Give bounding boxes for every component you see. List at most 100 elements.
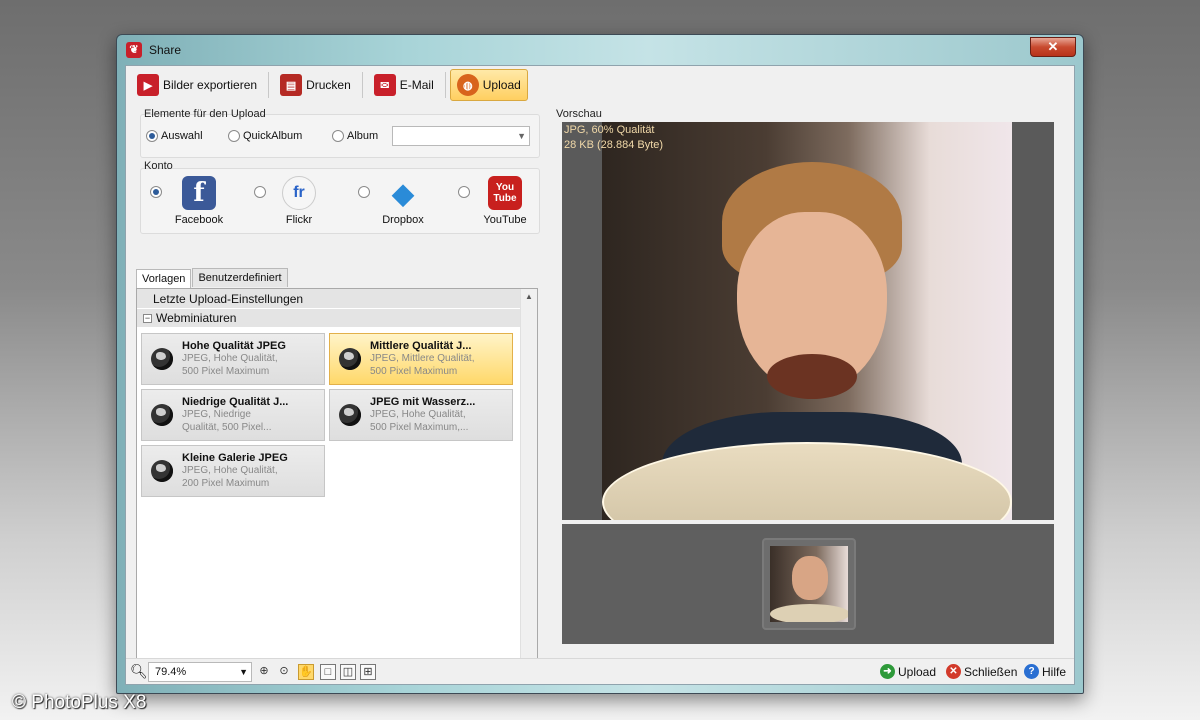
print-label: Drucken [306,78,351,92]
radio-quickalbum[interactable]: QuickAlbum [228,128,302,142]
tile-desc: JPEG, Mittlere Qualität, [370,353,475,364]
zoom-select[interactable]: 79.4% ▼ [148,662,252,682]
facebook-account[interactable]: f Facebook [154,176,244,226]
upload-globe-icon: ◍ [456,74,479,96]
section-webminiaturen[interactable]: − Webminiaturen [137,309,537,327]
app-icon: ❦ [126,42,142,58]
share-window: ❦ Share ✕ ▶ Bilder exportieren ▤ Drucken… [116,34,1084,694]
globe-icon [151,348,173,370]
dropbox-icon: ◆ [392,177,414,209]
email-button[interactable]: ✉ E-Mail [366,69,441,101]
tile-desc: 500 Pixel Maximum [182,366,270,377]
list-scrollbar[interactable]: ▲ ▼ [520,289,537,683]
radio-album[interactable]: Album [332,128,378,142]
help-button[interactable]: ? Hilfe [1024,664,1066,679]
tile-desc: JPEG, Niedrige [182,409,251,420]
close-dialog-button[interactable]: ✕ Schließen [946,664,1017,679]
zoom-value: 79.4% [155,666,187,678]
copyright-watermark: © PhotoPlus X8 [12,692,147,713]
scroll-up-icon[interactable]: ▲ [521,289,537,305]
tab-benutzerdefiniert[interactable]: Benutzerdefiniert [192,268,288,287]
account-group-label: Konto [144,160,173,172]
export-icon: ▶ [137,74,159,96]
tile-desc: JPEG, Hohe Qualität, [182,353,278,364]
template-tile[interactable]: JPEG mit Wasserz... JPEG, Hohe Qualität, 5… [329,389,513,441]
single-view-icon[interactable]: □ [320,664,336,680]
tile-title: JPEG mit Wasserz... [370,396,476,408]
preview-info: JPG, 60% Qualität 28 KB (28.884 Byte) [564,123,663,153]
export-label: Bilder exportieren [163,78,258,92]
upload-label: Upload [482,78,521,92]
zoom-fit-icon[interactable]: ⊙ [276,664,292,680]
radio-auswahl[interactable]: Auswahl [146,128,203,142]
grid-view-icon[interactable]: ⊞ [360,664,376,680]
zoom-in-icon[interactable]: ⊕ [256,664,272,680]
last-upload-settings[interactable]: Letzte Upload-Einstellungen [137,289,537,309]
globe-icon [151,460,173,482]
split-view-icon[interactable]: ◫ [340,664,356,680]
dialog-body: ▶ Bilder exportieren ▤ Drucken ✉ E-Mail … [125,65,1075,685]
facebook-label: Facebook [174,214,224,226]
flickr-account[interactable]: fr Flickr [254,176,344,226]
youtube-account[interactable]: You Tube YouTube [460,176,550,226]
status-bar: 🔍︎ 79.4% ▼ ⊕ ⊙ ✋ □ ◫ ⊞ ➜ Upload ✕ Schließen… [126,658,1074,684]
export-images-button[interactable]: ▶ Bilder exportieren [130,69,265,101]
preview-panel: Vorschau JPG, 60% Qualität 28 KB (28.884… [556,108,1066,656]
preview-label: Vorschau [556,108,602,120]
help-icon: ? [1024,664,1039,679]
tile-title: Hohe Qualität JPEG [182,340,286,352]
radio-dot [332,129,344,142]
template-tile[interactable]: Kleine Galerie JPEG JPEG, Hohe Qualität, 2… [141,445,325,497]
chevron-down-icon: ▼ [239,667,248,677]
flickr-label: Flickr [285,214,313,226]
tile-desc: 200 Pixel Maximum [182,478,270,489]
template-tile-selected[interactable]: Mittlere Qualität J... JPEG, Mittlere Qua… [329,333,513,385]
facebook-icon: f [182,176,216,210]
preview-area[interactable]: JPG, 60% Qualität 28 KB (28.884 Byte) [562,122,1054,520]
thumbnail-image [770,546,848,622]
radio-dot [228,129,240,142]
chevron-down-icon: ▼ [517,131,526,141]
pan-hand-icon[interactable]: ✋ [298,664,314,680]
close-icon: ✕ [946,664,961,679]
email-label: E-Mail [399,78,434,92]
template-tile[interactable]: Hohe Qualität JPEG JPEG, Hohe Qualität, 50… [141,333,325,385]
upload-arrow-icon: ➜ [880,664,895,679]
window-title: Share [149,43,182,57]
youtube-icon: You Tube [488,176,522,210]
elements-group-label: Elemente für den Upload [144,108,266,120]
upload-button[interactable]: ➜ Upload [880,664,936,679]
radio-dot [146,129,158,142]
thumbnail-strip [562,524,1054,644]
tile-title: Mittlere Qualität J... [370,340,472,352]
collapse-icon[interactable]: − [143,313,152,323]
template-tabs: Vorlagen Benutzerdefiniert [136,268,289,288]
flickr-icon: fr [282,176,316,210]
dropbox-account[interactable]: ◆ Dropbox [358,176,448,227]
close-button[interactable]: ✕ [1030,37,1076,57]
auswahl-label: Auswahl [161,129,203,142]
title-bar[interactable]: ❦ Share ✕ [117,35,1083,63]
section-label: Webminiaturen [156,311,237,325]
tile-desc: JPEG, Hohe Qualität, [182,465,278,476]
globe-icon [339,348,361,370]
preview-image [602,122,1012,520]
tile-title: Niedrige Qualität J... [182,396,289,408]
album-label: Album [347,129,379,142]
template-list: Letzte Upload-Einstellungen − Webminiatur… [136,288,538,684]
mail-icon: ✉ [373,74,396,96]
template-tile[interactable]: Niedrige Qualität J... JPEG, Niedrige Qual… [141,389,325,441]
tab-vorlagen[interactable]: Vorlagen [136,269,192,288]
tile-desc: JPEG, Hohe Qualität, [370,409,466,420]
preview-quality: JPG, 60% Qualität [564,124,655,136]
tile-desc: 500 Pixel Maximum,... [370,422,469,433]
thumbnail[interactable] [762,538,856,630]
help-label: Hilfe [1042,664,1067,679]
quickalbum-label: QuickAlbum [243,129,303,142]
zoom-icon: 🔍︎ [130,663,148,679]
print-button[interactable]: ▤ Drucken [273,69,358,101]
album-select[interactable]: ▼ [392,126,530,146]
tile-desc: Qualität, 500 Pixel... [182,422,272,433]
upload-tab-button[interactable]: ◍ Upload [449,69,528,101]
youtube-label: YouTube [483,214,527,226]
